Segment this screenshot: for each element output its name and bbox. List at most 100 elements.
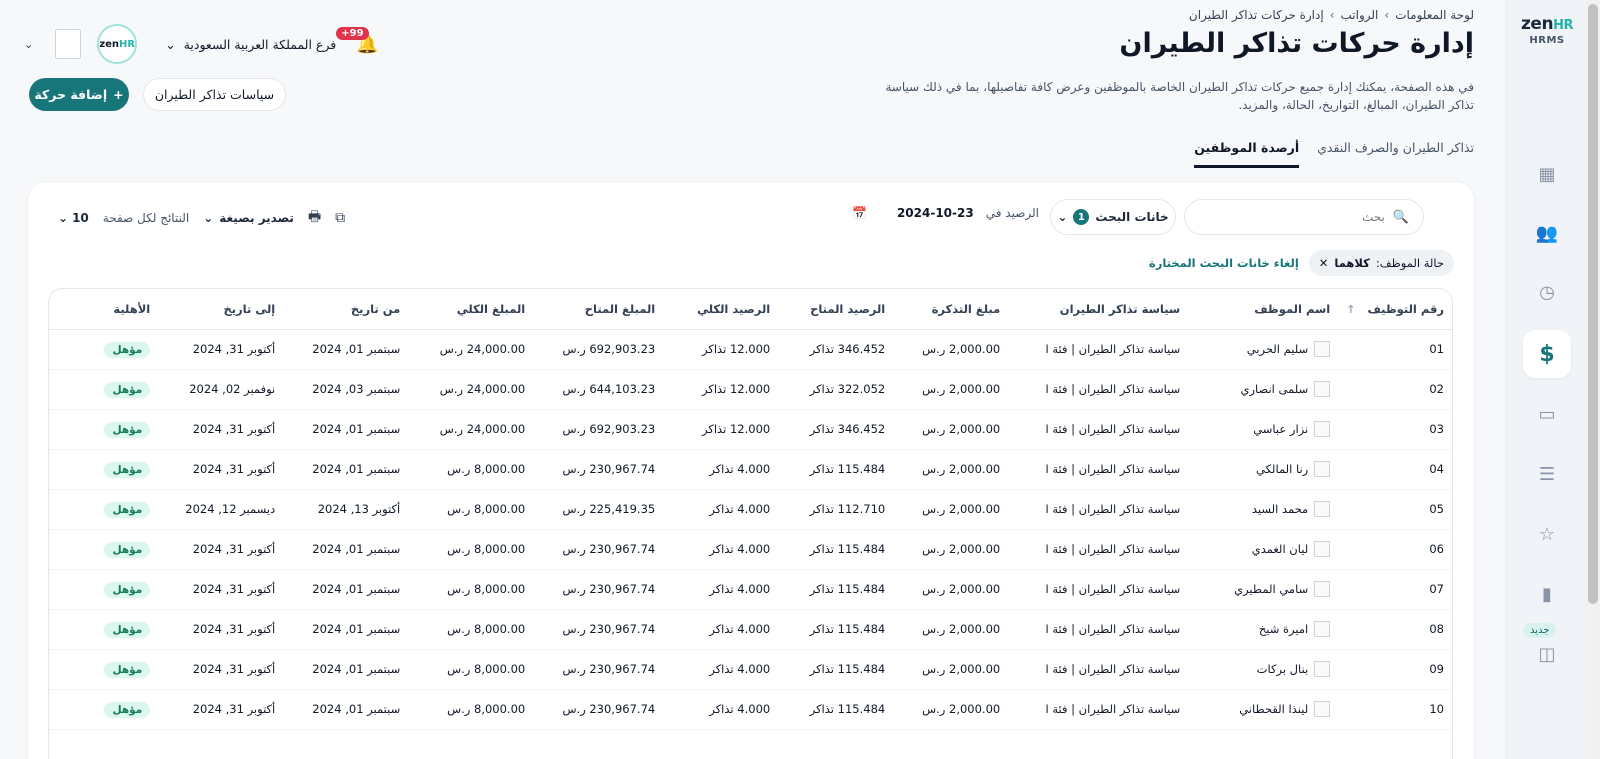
clock-icon[interactable]: ◷ bbox=[1523, 268, 1571, 316]
balance-date: 2024-10-23 bbox=[896, 206, 974, 220]
cell-ticket-policy: سياسة تذاكر الطيران | فئة ا bbox=[1008, 449, 1189, 490]
dollar-icon[interactable]: $ bbox=[1523, 330, 1571, 378]
table-row[interactable]: 05 محمد السيد سياسة تذاكر الطيران | فئة ا2… bbox=[49, 489, 1452, 530]
cell-available-balance: 115.484 تذاكر bbox=[778, 649, 894, 690]
cell-employee-name[interactable]: رنا المالكي bbox=[1188, 449, 1339, 490]
folder-icon[interactable]: ▭ bbox=[1523, 390, 1571, 438]
cell-to-date: أكتوبر 31, 2024 bbox=[158, 689, 284, 730]
table-row[interactable]: 02 سلمى انصاري سياسة تذاكر الطيران | فئة ا… bbox=[49, 369, 1452, 410]
bag-icon[interactable]: ◫ bbox=[1523, 630, 1571, 678]
chart-icon[interactable]: ▮ bbox=[1523, 570, 1571, 618]
employee-avatar bbox=[1314, 701, 1331, 717]
export-label: تصدير بصيغة bbox=[219, 211, 294, 225]
chevron-down-icon: ⌄ bbox=[1057, 210, 1068, 224]
dashboard-icon[interactable]: ▦ bbox=[1523, 150, 1571, 198]
balance-date-picker[interactable]: الرصيد في 2024-10-23 📅 bbox=[852, 206, 1039, 220]
cell-employee-name[interactable]: بنال بركات bbox=[1188, 649, 1339, 690]
breadcrumb-payroll[interactable]: الرواتب bbox=[1341, 8, 1379, 22]
col-eligibility: الأهلية bbox=[49, 289, 159, 330]
employee-avatar bbox=[1314, 421, 1331, 437]
cell-eligibility: مؤهل bbox=[49, 609, 159, 650]
cell-available-amount: 230,967.74 ر.س bbox=[533, 689, 664, 730]
per-page-select[interactable]: 10 ⌄ bbox=[58, 211, 89, 225]
page-scrollbar[interactable] bbox=[1586, 0, 1600, 759]
table-row[interactable]: 09 بنال بركات سياسة تذاكر الطيران | فئة ا2… bbox=[49, 649, 1452, 690]
table-row[interactable]: 07 سامي المطيري سياسة تذاكر الطيران | فئة … bbox=[49, 569, 1452, 610]
status-badge: مؤهل bbox=[104, 502, 151, 518]
breadcrumb-dashboard[interactable]: لوحة المعلومات bbox=[1395, 8, 1474, 22]
users-icon[interactable]: 👥 bbox=[1523, 209, 1571, 257]
table-row[interactable]: 06 ليان الغمدي سياسة تذاكر الطيران | فئة ا… bbox=[49, 529, 1452, 570]
cell-from-date: سبتمبر 01, 2024 bbox=[283, 329, 409, 370]
cell-total-amount: 8,000.00 ر.س bbox=[408, 689, 534, 730]
copy-icon[interactable]: ⧉ bbox=[335, 210, 345, 226]
cell-total-balance: 4.000 تذاكر bbox=[663, 689, 779, 730]
cell-employee-id: 04 bbox=[1338, 449, 1452, 490]
close-icon[interactable]: ✕ bbox=[1319, 256, 1329, 270]
status-badge: مؤهل bbox=[104, 462, 151, 478]
cell-eligibility: مؤهل bbox=[49, 409, 159, 450]
tab-tickets-cash[interactable]: تذاكر الطيران والصرف النقدي bbox=[1317, 140, 1474, 168]
cell-ticket-policy: سياسة تذاكر الطيران | فئة ا bbox=[1008, 649, 1189, 690]
employee-avatar bbox=[1314, 661, 1331, 677]
cell-employee-name[interactable]: ليان الغمدي bbox=[1188, 529, 1339, 570]
cell-eligibility: مؤهل bbox=[49, 489, 159, 530]
sort-arrow-icon[interactable]: ↑ bbox=[1346, 303, 1355, 316]
cell-employee-id: 07 bbox=[1338, 569, 1452, 610]
filter-button[interactable]: خانات البحث 1 ⌄ bbox=[1050, 199, 1176, 235]
table-row[interactable]: 01 سليم الحربي سياسة تذاكر الطيران | فئة ا… bbox=[49, 329, 1452, 370]
cell-employee-name[interactable]: نزار عباسي bbox=[1188, 409, 1339, 450]
employee-avatar bbox=[1314, 581, 1331, 597]
cell-from-date: أكتوبر 13, 2024 bbox=[283, 489, 409, 530]
star-icon[interactable]: ☆ bbox=[1523, 510, 1571, 558]
cell-ticket-policy: سياسة تذاكر الطيران | فئة ا bbox=[1008, 569, 1189, 610]
scrollbar-thumb[interactable] bbox=[1588, 4, 1598, 604]
calendar-icon[interactable]: 📅 bbox=[852, 206, 867, 220]
cell-to-date: أكتوبر 31, 2024 bbox=[158, 529, 284, 570]
search-icon: 🔍 bbox=[1392, 209, 1409, 225]
search-box[interactable]: 🔍 bbox=[1184, 199, 1424, 235]
cell-ticket-amount: 2,000.00 ر.س bbox=[893, 369, 1009, 410]
cell-to-date: أكتوبر 31, 2024 bbox=[158, 329, 284, 370]
cell-employee-name[interactable]: اميرة شيخ bbox=[1188, 609, 1339, 650]
list-icon[interactable]: ☰ bbox=[1523, 450, 1571, 498]
table-row[interactable]: 08 اميرة شيخ سياسة تذاكر الطيران | فئة ا 2,… bbox=[49, 609, 1452, 650]
cell-employee-name[interactable]: سليم الحربي bbox=[1188, 329, 1339, 370]
clear-filters-link[interactable]: إلغاء خانات البحث المختارة bbox=[1149, 256, 1299, 270]
cell-employee-name[interactable]: محمد السيد bbox=[1188, 489, 1339, 530]
col-employee-id[interactable]: رقم التوظيف↑ bbox=[1338, 289, 1452, 330]
ticket-policies-button[interactable]: سياسات تذاكر الطيران bbox=[143, 78, 286, 111]
cell-total-amount: 24,000.00 ر.س bbox=[408, 369, 534, 410]
cell-ticket-amount: 2,000.00 ر.س bbox=[893, 689, 1009, 730]
cell-total-amount: 8,000.00 ر.س bbox=[408, 489, 534, 530]
cell-employee-name[interactable]: سامي المطيري bbox=[1188, 569, 1339, 610]
col-to-date: إلى تاريخ bbox=[158, 289, 284, 330]
cell-employee-name[interactable]: لينذا القحطاني bbox=[1188, 689, 1339, 730]
table-row[interactable]: 10 لينذا القحطاني سياسة تذاكر الطيران | فئ… bbox=[49, 689, 1452, 730]
add-transaction-button[interactable]: إضافة حركة + bbox=[29, 78, 129, 111]
cell-eligibility: مؤهل bbox=[49, 369, 159, 410]
cell-total-balance: 4.000 تذاكر bbox=[663, 529, 779, 570]
table-row[interactable]: 04 رنا المالكي سياسة تذاكر الطيران | فئة ا… bbox=[49, 449, 1452, 490]
tabs: تذاكر الطيران والصرف النقدي أرصدة الموظف… bbox=[1194, 140, 1474, 168]
cell-ticket-amount: 2,000.00 ر.س bbox=[893, 329, 1009, 370]
col-employee-name: اسم الموظف bbox=[1188, 289, 1339, 330]
print-icon[interactable]: 🖶 bbox=[308, 206, 321, 230]
cell-to-date: أكتوبر 31, 2024 bbox=[158, 409, 284, 450]
search-input[interactable] bbox=[1214, 210, 1385, 224]
cell-eligibility: مؤهل bbox=[49, 649, 159, 690]
plus-icon: + bbox=[113, 87, 124, 102]
cell-eligibility: مؤهل bbox=[49, 569, 159, 610]
cell-total-amount: 8,000.00 ر.س bbox=[408, 609, 534, 650]
brand-logo[interactable]: zenHR HRMS bbox=[1507, 14, 1587, 46]
cell-ticket-amount: 2,000.00 ر.س bbox=[893, 569, 1009, 610]
cell-employee-id: 02 bbox=[1338, 369, 1452, 410]
cell-total-balance: 4.000 تذاكر bbox=[663, 489, 779, 530]
table-row[interactable]: 03 نزار عباسي سياسة تذاكر الطيران | فئة ا2… bbox=[49, 409, 1452, 450]
col-ticket-amount: مبلغ التذكرة bbox=[893, 289, 1009, 330]
cell-ticket-amount: 2,000.00 ر.س bbox=[893, 609, 1009, 650]
cell-employee-name[interactable]: سلمى انصاري bbox=[1188, 369, 1339, 410]
export-dropdown[interactable]: تصدير بصيغة ⌄ bbox=[203, 211, 294, 225]
tab-employee-balances[interactable]: أرصدة الموظفين bbox=[1194, 140, 1300, 168]
cell-to-date: ديسمبر 12, 2024 bbox=[158, 489, 284, 530]
